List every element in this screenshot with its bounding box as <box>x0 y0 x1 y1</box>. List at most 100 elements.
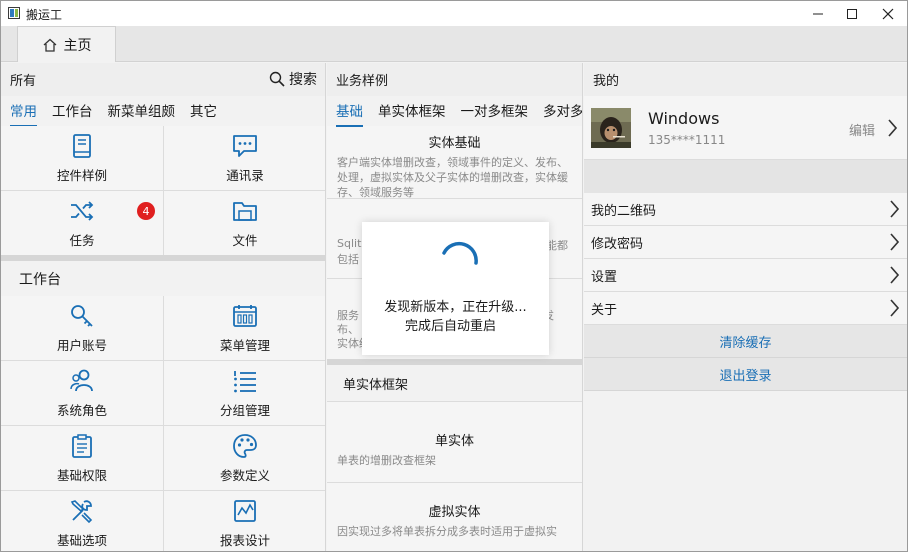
profile-card[interactable]: Windows 135****1111 编辑 <box>584 96 907 160</box>
tab-strip: 主页 <box>1 26 907 62</box>
book-icon <box>73 133 91 158</box>
subtab-common[interactable]: 常用 <box>10 100 37 127</box>
clear-cache-button[interactable]: 清除缓存 <box>584 325 907 358</box>
tile-parameter-definition[interactable]: 参数定义 <box>164 426 325 490</box>
chevron-right-icon <box>890 200 899 218</box>
card-title: 实体基础 <box>428 136 481 151</box>
shuffle-icon <box>71 200 94 221</box>
card-desc: 单表的增删改查框架 <box>337 454 436 467</box>
menu-my-qr-code[interactable]: 我的二维码 <box>584 193 907 226</box>
card-virtual-entity[interactable]: 虚拟实体 因实现过多将单表拆分成多表时适用于虚拟实 <box>327 483 582 551</box>
right-panel: 我的 Windows 135****1111 编辑 我的二维码 修改密码 设置 … <box>584 63 907 551</box>
tile-label: 基础权限 <box>56 467 107 483</box>
menu-label: 我的二维码 <box>591 203 657 219</box>
tile-label: 文件 <box>232 232 258 248</box>
menu-label: 设置 <box>591 269 618 285</box>
clipboard-icon <box>72 433 92 458</box>
avatar <box>591 108 631 148</box>
dialog-message-line1: 发现新版本，正在升级... <box>384 300 527 315</box>
left-header-title: 所有 <box>10 74 37 89</box>
card-single-entity[interactable]: 单实体 单表的增删改查框架 <box>327 401 582 483</box>
subtab-single-entity[interactable]: 单实体框架 <box>378 100 446 123</box>
menu-about[interactable]: 关于 <box>584 292 907 325</box>
tile-label: 任务 <box>69 232 95 248</box>
home-icon <box>43 38 56 52</box>
search-icon <box>269 71 285 87</box>
search-label: 搜索 <box>289 72 317 88</box>
menu-label: 关于 <box>591 302 618 318</box>
tile-label: 报表设计 <box>219 532 270 548</box>
right-header: 我的 <box>584 63 907 96</box>
profile-phone: 135****1111 <box>648 133 726 147</box>
workbench-grid: 用户账号 菜单管理 系统角色 分组管理 基础权限 参数定义 基础选项 报表设计 <box>1 296 325 551</box>
key-icon <box>71 304 93 327</box>
tools-icon <box>70 499 93 523</box>
loading-spinner-icon <box>442 242 478 265</box>
update-dialog: 发现新版本，正在升级... 完成后自动重启 <box>362 222 549 355</box>
maximize-button[interactable] <box>835 1 869 26</box>
close-button[interactable] <box>871 1 905 26</box>
left-header: 所有 搜索 <box>1 63 325 96</box>
avatar-image <box>591 108 631 148</box>
tile-label: 通讯录 <box>226 167 264 183</box>
card-title: 单实体 <box>434 434 474 449</box>
tile-system-roles[interactable]: 系统角色 <box>1 361 163 425</box>
card-desc: 服务 <box>337 309 359 322</box>
subtab-many-to-many[interactable]: 多对多 <box>543 100 582 123</box>
chevron-right-icon <box>890 299 899 317</box>
tile-basic-permissions[interactable]: 基础权限 <box>1 426 163 490</box>
menu-change-password[interactable]: 修改密码 <box>584 226 907 259</box>
tile-basic-options[interactable]: 基础选项 <box>1 491 163 551</box>
card-desc: 能都 <box>546 239 568 252</box>
tile-tasks[interactable]: 任务 4 <box>1 191 163 255</box>
notification-badge: 4 <box>137 202 155 220</box>
folder-icon <box>233 201 257 221</box>
app-window: 搬运工 主页 所有 搜索 常用 工作台 新菜单组颇 其它 控件样例 通讯录 任务… <box>0 0 908 552</box>
list-icon <box>234 370 256 392</box>
people-icon <box>70 369 93 391</box>
tile-controls-sample[interactable]: 控件样例 <box>1 126 163 190</box>
subtab-one-to-many[interactable]: 一对多框架 <box>461 100 529 123</box>
logout-button[interactable]: 退出登录 <box>584 358 907 391</box>
tile-label: 基础选项 <box>56 532 107 548</box>
subtab-workbench[interactable]: 工作台 <box>52 100 93 123</box>
tab-home[interactable]: 主页 <box>17 26 116 62</box>
tile-label: 系统角色 <box>56 402 107 418</box>
spacer <box>584 160 907 193</box>
tile-group-management[interactable]: 分组管理 <box>164 361 325 425</box>
title-bar: 搬运工 <box>1 1 907 26</box>
tile-contacts[interactable]: 通讯录 <box>164 126 325 190</box>
left-panel: 所有 搜索 常用 工作台 新菜单组颇 其它 控件样例 通讯录 任务 4 文件 工… <box>1 63 326 551</box>
single-entity-section-title: 单实体框架 <box>327 365 582 401</box>
palette-icon <box>233 433 257 458</box>
chevron-right-icon <box>890 266 899 284</box>
common-grid: 控件样例 通讯录 任务 4 文件 <box>1 126 325 255</box>
tile-user-accounts[interactable]: 用户账号 <box>1 296 163 360</box>
calendar-icon <box>233 304 257 327</box>
window-title: 搬运工 <box>26 8 63 22</box>
subtab-basics[interactable]: 基础 <box>336 100 363 127</box>
tab-home-label: 主页 <box>63 37 92 54</box>
tile-report-design[interactable]: 报表设计 <box>164 491 325 551</box>
app-icon <box>8 7 20 19</box>
menu-settings[interactable]: 设置 <box>584 259 907 292</box>
chat-icon <box>233 134 257 157</box>
tile-label: 参数定义 <box>219 467 270 483</box>
subtab-other[interactable]: 其它 <box>190 100 217 123</box>
tile-label: 控件样例 <box>56 167 107 183</box>
card-desc: Sqlit <box>337 237 362 250</box>
card-desc: 包括 <box>337 253 359 266</box>
tile-menu-management[interactable]: 菜单管理 <box>164 296 325 360</box>
card-entity-basics[interactable]: 实体基础 客户端实体增删改查，领域事件的定义、发布、处理，虚拟实体及父子实体的增… <box>327 126 582 199</box>
close-icon <box>882 8 894 19</box>
card-desc: 客户端实体增删改查，领域事件的定义、发布、处理，虚拟实体及父子实体的增删改查，实… <box>337 156 568 199</box>
minimize-icon <box>813 13 823 14</box>
minimize-button[interactable] <box>801 1 835 26</box>
middle-subtabs: 基础 单实体框架 一对多框架 多对多 <box>327 96 582 127</box>
subtab-new-menu-group[interactable]: 新菜单组颇 <box>108 100 176 123</box>
menu-label: 修改密码 <box>591 236 644 252</box>
search-button[interactable]: 搜索 <box>269 69 317 89</box>
left-subtabs: 常用 工作台 新菜单组颇 其它 <box>1 96 325 127</box>
tile-files[interactable]: 文件 <box>164 191 325 255</box>
chart-icon <box>234 499 256 522</box>
